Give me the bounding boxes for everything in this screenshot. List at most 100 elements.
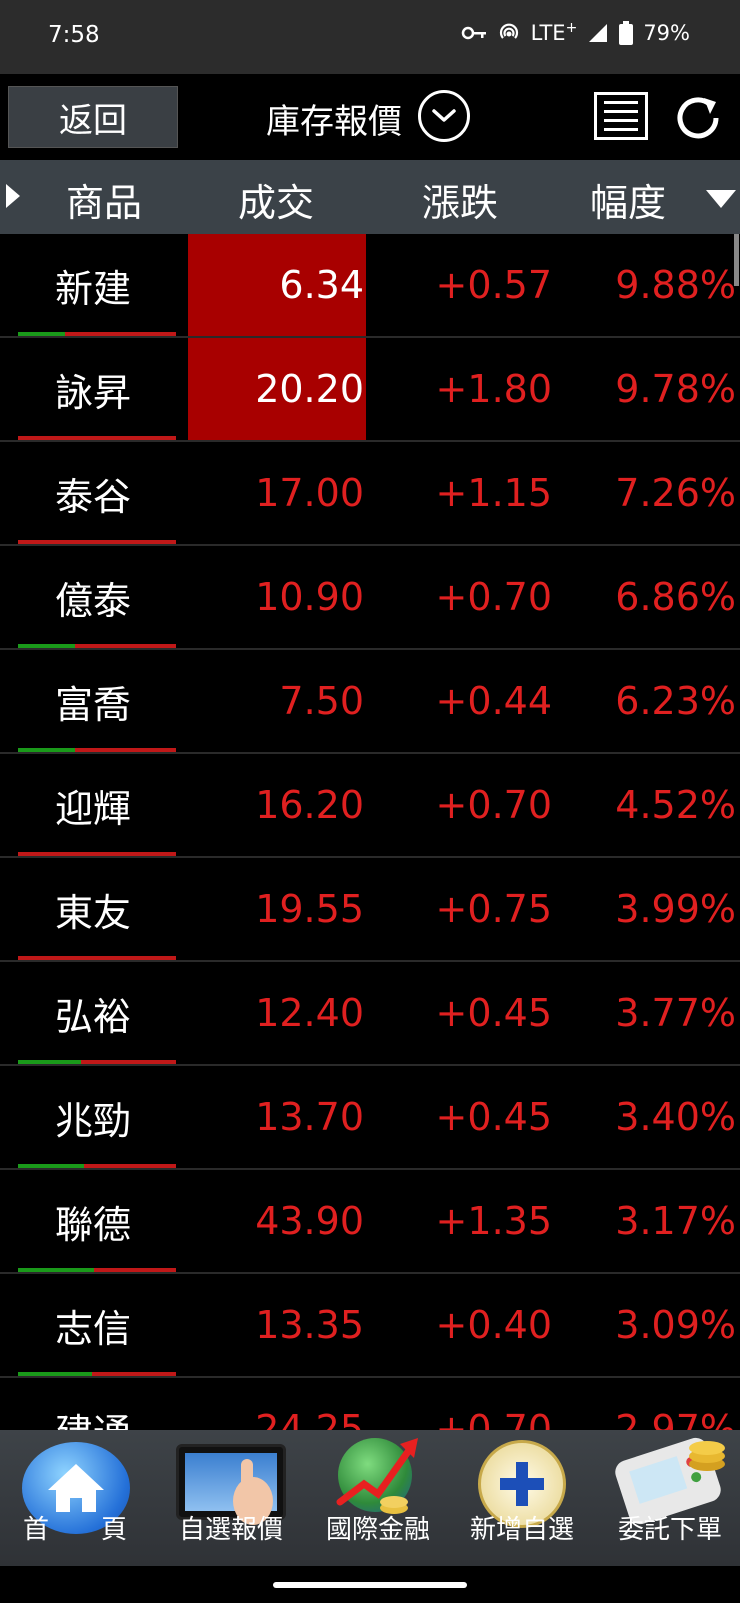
nav-place-order-label: 委託下單 [617, 1515, 722, 1545]
price-change: +1.15 [435, 471, 552, 515]
stock-name: 富喬 [54, 682, 131, 727]
stock-name: 億泰 [54, 578, 131, 623]
price-change: +0.70 [435, 1407, 552, 1430]
status-time: 7:58 [48, 22, 100, 48]
buy-sell-ratio-bar [18, 1164, 176, 1168]
table-row[interactable]: 建通 24.25 +0.70 2.97% [0, 1378, 740, 1430]
header-product[interactable]: 商品 [66, 172, 142, 227]
stock-name: 迎輝 [54, 786, 131, 831]
back-button[interactable]: 返回 [8, 86, 178, 148]
buy-sell-ratio-bar [18, 1268, 176, 1272]
change-percent: 3.40% [615, 1095, 736, 1139]
nav-intl-finance-label: 國際金融 [325, 1515, 430, 1545]
stock-name: 兆勁 [54, 1098, 131, 1143]
last-price: 10.90 [255, 575, 364, 619]
table-row[interactable]: 迎輝 16.20 +0.70 4.52% [0, 754, 740, 858]
hotspot-icon [499, 23, 518, 39]
nav-watchlist[interactable]: 自選報價 [168, 1430, 294, 1566]
last-price: 17.00 [255, 471, 364, 515]
price-change: +0.45 [435, 991, 552, 1035]
price-change: +0.57 [435, 263, 552, 307]
stock-name: 新建 [54, 266, 131, 311]
price-change: +0.70 [435, 783, 552, 827]
expand-arrow-icon[interactable] [6, 184, 20, 208]
table-row[interactable]: 億泰 10.90 +0.70 6.86% [0, 546, 740, 650]
table-row[interactable]: 東友 19.55 +0.75 3.99% [0, 858, 740, 962]
sell-ratio-fill [18, 1164, 85, 1168]
change-percent: 2.97% [615, 1407, 736, 1430]
header-change[interactable]: 漲跌 [422, 172, 498, 227]
nav-place-order[interactable]: 委託下單 [600, 1430, 740, 1566]
buy-sell-ratio-bar [18, 644, 176, 648]
change-percent: 3.09% [615, 1303, 736, 1347]
quote-list[interactable]: 新建 6.34 +0.57 9.88% 詠昇 20.20 +1.80 9.78% 泰谷 17.00… [0, 234, 740, 1430]
last-price: 12.40 [255, 991, 364, 1035]
stock-name: 詠昇 [54, 370, 131, 415]
last-price: 16.20 [255, 783, 364, 827]
nav-home[interactable]: 首 頁 [0, 1430, 150, 1566]
sell-ratio-fill [18, 332, 66, 336]
gesture-handle[interactable] [273, 1582, 467, 1588]
buy-sell-ratio-bar [18, 852, 176, 856]
last-price: 20.20 [188, 338, 366, 440]
last-price: 13.70 [255, 1095, 364, 1139]
chevron-down-icon[interactable] [418, 90, 470, 142]
change-percent: 3.99% [615, 887, 736, 931]
table-row[interactable]: 志信 13.35 +0.40 3.09% [0, 1274, 740, 1378]
table-row[interactable]: 詠昇 20.20 +1.80 9.78% [0, 338, 740, 442]
battery-percent: 79% [643, 20, 690, 45]
sell-ratio-fill [18, 644, 75, 648]
table-row[interactable]: 新建 6.34 +0.57 9.88% [0, 234, 740, 338]
buy-sell-ratio-bar [18, 1372, 176, 1376]
buy-sell-ratio-bar [18, 436, 176, 440]
stock-name: 聯德 [54, 1202, 131, 1247]
header-price[interactable]: 成交 [238, 172, 314, 227]
stock-name: 弘裕 [54, 994, 131, 1039]
price-change: +0.40 [435, 1303, 552, 1347]
list-menu-icon[interactable] [594, 92, 648, 140]
buy-sell-ratio-bar [18, 1060, 176, 1064]
nav-add-watchlist[interactable]: 新增自選 [456, 1430, 588, 1566]
change-percent: 6.23% [615, 679, 736, 723]
buy-sell-ratio-bar [18, 956, 176, 960]
sell-ratio-fill [18, 748, 75, 752]
header-percent[interactable]: 幅度 [590, 172, 666, 227]
change-percent: 9.78% [615, 367, 736, 411]
nav-intl-finance[interactable]: 國際金融 [314, 1430, 442, 1566]
last-price: 24.25 [255, 1407, 364, 1430]
table-row[interactable]: 聯德 43.90 +1.35 3.17% [0, 1170, 740, 1274]
page-title[interactable]: 庫存報價 [266, 94, 402, 143]
nav-home-label: 首 頁 [22, 1515, 127, 1545]
price-change: +1.35 [435, 1199, 552, 1243]
network-type: LTE+ [530, 20, 578, 45]
price-change: +0.44 [435, 679, 552, 723]
change-percent: 3.77% [615, 991, 736, 1035]
table-row[interactable]: 富喬 7.50 +0.44 6.23% [0, 650, 740, 754]
price-change: +1.80 [435, 367, 552, 411]
stock-name: 志信 [54, 1306, 131, 1351]
table-header: 商品 成交 漲跌 幅度 [0, 160, 740, 234]
sort-desc-icon[interactable] [706, 190, 736, 208]
stock-name: 泰谷 [54, 474, 131, 519]
status-icons: LTE+ 79% [461, 20, 690, 45]
change-percent: 7.26% [615, 471, 736, 515]
signal-icon [589, 23, 608, 42]
buy-sell-ratio-bar [18, 332, 176, 336]
buy-sell-ratio-bar [18, 748, 176, 752]
table-row[interactable]: 兆勁 13.70 +0.45 3.40% [0, 1066, 740, 1170]
sell-ratio-fill [18, 1060, 82, 1064]
buy-sell-ratio-bar [18, 540, 176, 544]
globe-finance-icon [336, 1438, 418, 1514]
sell-ratio-fill [18, 1268, 94, 1272]
bottom-nav: 首 頁 自選報價 國際金融 新增自選 委託下單 [0, 1430, 740, 1566]
change-percent: 6.86% [615, 575, 736, 619]
price-change: +0.45 [435, 1095, 552, 1139]
refresh-icon[interactable] [670, 90, 726, 146]
stock-name: 東友 [54, 890, 131, 935]
table-row[interactable]: 弘裕 12.40 +0.45 3.77% [0, 962, 740, 1066]
change-percent: 9.88% [615, 263, 736, 307]
table-row[interactable]: 泰谷 17.00 +1.15 7.26% [0, 442, 740, 546]
sell-ratio-fill [18, 1372, 93, 1376]
scrollbar[interactable] [734, 234, 739, 286]
status-bar: 7:58 LTE+ 79% [0, 0, 740, 74]
